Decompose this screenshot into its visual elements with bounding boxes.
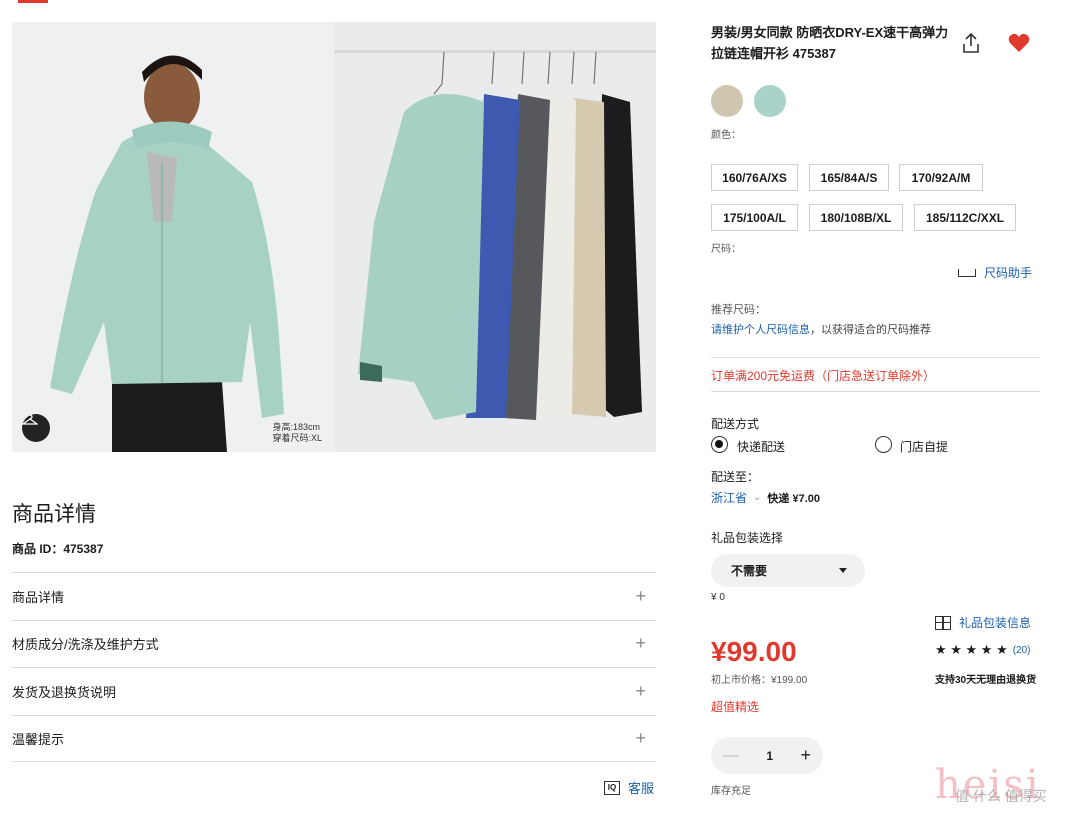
color-swatch-mint[interactable]	[754, 85, 786, 117]
model-caption: 身高:183cm 穿着尺码:XL	[272, 422, 322, 444]
brand-tab	[18, 0, 48, 3]
gift-info-label: 礼品包装信息	[959, 616, 1032, 630]
value-tag: 超值精选	[711, 700, 760, 714]
product-title: 男装/男女同款 防晒衣DRY-EX速干高弹力拉链连帽开衫 475387	[711, 25, 949, 61]
return-policy: 支持30天无理由退换货	[935, 675, 1037, 686]
accordion-label: 发货及退换货说明	[12, 684, 117, 700]
details-title: 商品详情	[12, 503, 96, 526]
size-option[interactable]: 175/100A/L	[711, 204, 798, 231]
radio-express[interactable]	[711, 436, 728, 453]
accordion-label: 材质成分/洗涤及维护方式	[12, 637, 159, 653]
caret-down-icon	[839, 568, 847, 573]
deliver-to-row: 浙江省 ⌄ 快递 ¥7.00	[711, 489, 820, 506]
original-price: 初上市价格：¥199.00	[711, 675, 808, 686]
size-label: 尺码：	[711, 244, 741, 255]
gift-price: ¥ 0	[711, 592, 725, 603]
gift-label: 礼品包装选择	[711, 531, 784, 545]
radio-store-pickup[interactable]	[875, 436, 892, 453]
free-shipping-notice: 订单满200元免运费（门店急送订单除外）	[711, 369, 936, 383]
plus-icon[interactable]: +	[635, 728, 646, 749]
size-option[interactable]: 165/84A/S	[809, 164, 889, 191]
color-label: 颜色：	[711, 130, 741, 141]
gift-icon	[935, 615, 951, 630]
recommend-suffix: ，以获得适合的尺码推荐	[810, 324, 931, 336]
recommend-text: 请维护个人尺码信息，以获得适合的尺码推荐	[711, 321, 931, 337]
hanger-icon[interactable]	[22, 414, 50, 442]
product-image-rack[interactable]	[334, 22, 656, 452]
deliver-to-label: 配送至：	[711, 470, 760, 484]
express-label: 快递配送	[737, 440, 786, 454]
quantity-stepper: — 1 +	[711, 737, 823, 774]
accordion-material-care[interactable]: 材质成分/洗涤及维护方式 +	[12, 619, 656, 668]
divider	[711, 357, 1040, 358]
gift-wrap-select[interactable]: 不需要	[711, 554, 865, 587]
plus-icon[interactable]: +	[635, 633, 646, 654]
gift-selected: 不需要	[731, 564, 768, 578]
increase-button[interactable]: +	[800, 745, 811, 766]
review-count[interactable]: (20)	[1013, 645, 1031, 656]
express-fee: 快递 ¥7.00	[767, 492, 820, 505]
color-swatch-beige[interactable]	[711, 85, 743, 117]
size-option[interactable]: 160/76A/XS	[711, 164, 798, 191]
product-image-model[interactable]: 身高:183cm 穿着尺码:XL	[12, 22, 334, 452]
model-height: 身高:183cm	[272, 422, 320, 432]
divider	[711, 391, 1040, 392]
size-option[interactable]: 170/92A/M	[899, 164, 983, 191]
ruler-icon	[958, 268, 976, 277]
accordion-label: 温馨提示	[12, 731, 65, 747]
province-select[interactable]: 浙江省	[711, 489, 747, 506]
watermark-sub: 值 什么 值得买	[955, 788, 1047, 804]
decrease-button[interactable]: —	[723, 747, 739, 765]
store-pickup-label: 门店自提	[900, 440, 949, 454]
size-help-label: 尺码助手	[984, 266, 1033, 280]
plus-icon[interactable]: +	[635, 586, 646, 607]
service-label: 客服	[628, 781, 655, 796]
customer-service-button[interactable]: IQ 客服	[604, 778, 654, 797]
gift-info-link[interactable]: 礼品包装信息	[935, 614, 1031, 631]
plus-icon[interactable]: +	[635, 681, 646, 702]
service-icon: IQ	[604, 780, 620, 795]
chevron-down-icon[interactable]: ⌄	[753, 492, 761, 503]
delivery-method-label: 配送方式	[711, 417, 760, 431]
size-option[interactable]: 180/108B/XL	[809, 204, 903, 231]
model-size: 穿着尺码:XL	[272, 433, 322, 443]
recommend-link[interactable]: 请维护个人尺码信息	[711, 324, 810, 336]
accordion-label: 商品详情	[12, 589, 65, 605]
accordion-product-details[interactable]: 商品详情 +	[12, 572, 656, 620]
accordion-tips[interactable]: 温馨提示 +	[12, 714, 656, 762]
price: ¥99.00	[711, 636, 797, 667]
recommend-label: 推荐尺码：	[711, 304, 766, 316]
accordion-shipping-returns[interactable]: 发货及退换货说明 +	[12, 667, 656, 715]
size-option[interactable]: 185/112C/XXL	[914, 204, 1016, 231]
heart-icon[interactable]	[1008, 33, 1030, 53]
rating[interactable]: ★ ★ ★ ★ ★ (20)	[935, 642, 1031, 658]
details-accordion: 商品详情 + 材质成分/洗涤及维护方式 + 发货及退换货说明 + 温馨提示 +	[12, 572, 656, 762]
product-id: 商品 ID：475387	[12, 542, 104, 556]
stock-status: 库存充足	[711, 786, 751, 797]
quantity-value[interactable]: 1	[766, 749, 773, 763]
size-help-link[interactable]: 尺码助手	[958, 264, 1032, 281]
star-icons: ★ ★ ★ ★ ★	[935, 642, 1008, 657]
share-icon[interactable]	[961, 32, 981, 54]
